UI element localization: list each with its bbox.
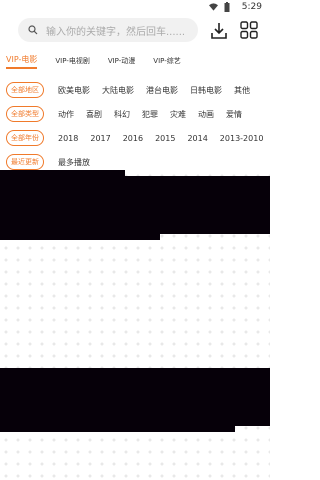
filter-option[interactable]: 2016: [123, 134, 143, 143]
filter-option[interactable]: 日韩电影: [190, 85, 222, 96]
filter-row-region: 全部地区 欧美电影 大陆电影 港台电影 日韩电影 其他: [0, 78, 270, 102]
filter-chip-sort[interactable]: 最近更新: [6, 154, 44, 170]
filter-option[interactable]: 2013-2010: [220, 134, 264, 143]
filter-option[interactable]: 2014: [187, 134, 207, 143]
battery-icon: [224, 2, 230, 12]
status-time: 5:29: [241, 2, 262, 12]
search-icon: [28, 25, 38, 35]
filter-option[interactable]: 最多播放: [58, 157, 90, 168]
top-bar: 输入你的关键字，然后回车......: [0, 14, 270, 50]
filter-option[interactable]: 大陆电影: [102, 85, 134, 96]
filter-option[interactable]: 港台电影: [146, 85, 178, 96]
loading-block: [0, 176, 270, 234]
search-input[interactable]: 输入你的关键字，然后回车......: [18, 18, 198, 42]
download-icon[interactable]: [209, 21, 229, 41]
filter-option[interactable]: 2018: [58, 134, 78, 143]
filter-option[interactable]: 灾难: [170, 109, 186, 120]
loading-block: [0, 234, 160, 240]
filter-chip-region[interactable]: 全部地区: [6, 82, 44, 98]
filter-row-year: 全部年份 2018 2017 2016 2015 2014 2013-2010: [0, 126, 270, 150]
loading-block: [0, 426, 235, 432]
filter-option[interactable]: 喜剧: [86, 109, 102, 120]
tab-vip-tv[interactable]: VIP-电视剧: [55, 56, 89, 66]
filter-option[interactable]: 其他: [234, 85, 250, 96]
filter-option[interactable]: 欧美电影: [58, 85, 90, 96]
search-placeholder: 输入你的关键字，然后回车......: [46, 26, 186, 38]
filter-option[interactable]: 动作: [58, 109, 74, 120]
filter-option[interactable]: 2017: [90, 134, 110, 143]
filter-option[interactable]: 动画: [198, 109, 214, 120]
filter-chip-genre[interactable]: 全部类型: [6, 106, 44, 122]
filter-chip-year[interactable]: 全部年份: [6, 130, 44, 146]
tab-vip-variety[interactable]: VIP-综艺: [153, 56, 180, 66]
wifi-icon: [209, 3, 218, 11]
tab-vip-movie[interactable]: VIP-电影: [6, 54, 38, 69]
filter-option[interactable]: 爱情: [226, 109, 242, 120]
tab-vip-anime[interactable]: VIP-动漫: [108, 56, 135, 66]
loading-placeholder: [0, 170, 270, 480]
category-tabs: VIP-电影 VIP-电视剧 VIP-动漫 VIP-综艺: [0, 50, 270, 72]
filter-option[interactable]: 2015: [155, 134, 175, 143]
loading-block: [0, 368, 270, 426]
status-bar: 5:29: [0, 0, 270, 14]
filter-panel: 全部地区 欧美电影 大陆电影 港台电影 日韩电影 其他 全部类型 动作 喜剧 科…: [0, 72, 270, 174]
filter-option[interactable]: 科幻: [114, 109, 130, 120]
filter-option[interactable]: 犯罪: [142, 109, 158, 120]
grid-menu-icon[interactable]: [240, 21, 258, 39]
filter-row-genre: 全部类型 动作 喜剧 科幻 犯罪 灾难 动画 爱情: [0, 102, 270, 126]
